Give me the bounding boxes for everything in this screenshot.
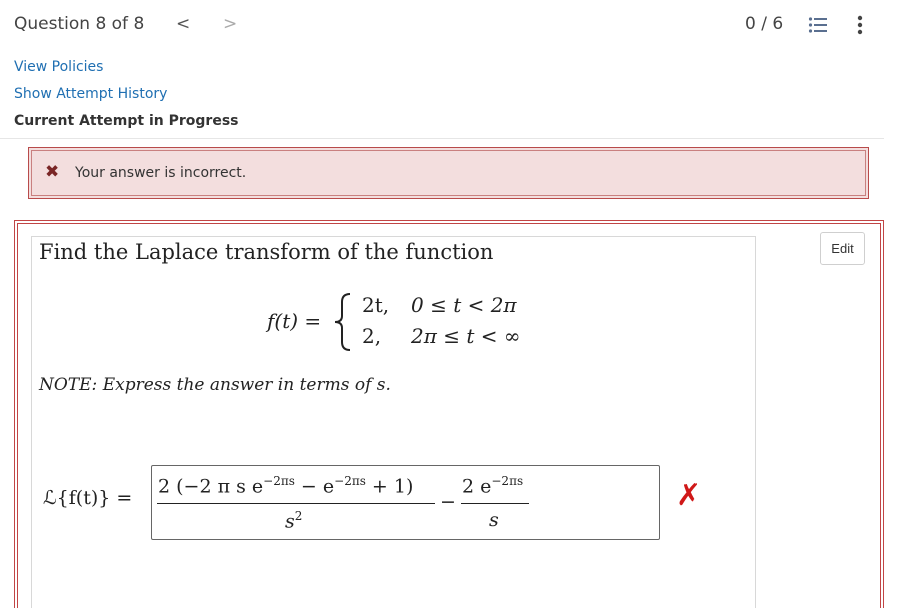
question-list-icon[interactable] <box>808 16 828 34</box>
incorrect-icon: ✖ <box>45 162 60 182</box>
term1-num-prefix: 2 (−2 π s e <box>158 475 264 498</box>
question-counter: Question 8 of 8 <box>14 14 145 34</box>
laplace-lhs: ℒ{f(t)} = <box>43 487 133 509</box>
term1-den-base: s <box>285 510 295 533</box>
case2-condition: 2π ≤ t < ∞ <box>411 324 521 348</box>
term1-den-exp: 2 <box>294 509 303 523</box>
term1-num-mid: − e <box>294 475 335 498</box>
answer-term2-denominator: s <box>489 509 499 531</box>
answer-term1-denominator: s2 <box>285 509 302 532</box>
edit-button[interactable]: Edit <box>820 232 865 265</box>
next-question-button[interactable]: > <box>223 14 237 34</box>
top-bar: Question 8 of 8 < > 0 / 6 <box>0 0 919 50</box>
current-attempt-label: Current Attempt in Progress <box>14 113 239 129</box>
term1-num-suffix: + 1) <box>365 475 414 498</box>
term1-num-exp2: −2πs <box>334 474 366 488</box>
case2-value: 2, <box>362 324 382 348</box>
function-lhs: f(t) = <box>267 309 322 333</box>
answer-minus-sign: − <box>440 491 456 513</box>
fraction-bar-1 <box>157 503 435 504</box>
show-attempt-history-link[interactable]: Show Attempt History <box>14 86 167 102</box>
question-note: NOTE: Express the answer in terms of s. <box>39 375 391 395</box>
case1-condition: 0 ≤ t < 2π <box>411 293 517 317</box>
attempt-links-panel: View Policies Show Attempt History Curre… <box>0 57 884 139</box>
piecewise-brace-icon <box>334 293 351 351</box>
previous-question-button[interactable]: < <box>176 14 190 34</box>
answer-term1-numerator: 2 (−2 π s e−2πs − e−2πs + 1) <box>158 474 413 497</box>
term2-num-exp: −2πs <box>491 474 524 488</box>
more-options-icon[interactable] <box>852 14 868 36</box>
incorrect-mark-icon: ✗ <box>676 478 702 513</box>
term2-num-prefix: 2 e <box>462 475 492 498</box>
fraction-bar-2 <box>461 503 529 504</box>
alert-message: Your answer is incorrect. <box>75 165 247 181</box>
score-display: 0 / 6 <box>745 14 784 34</box>
case1-value: 2t, <box>362 293 390 317</box>
question-prompt: Find the Laplace transform of the functi… <box>39 240 494 264</box>
incorrect-answer-alert: ✖ Your answer is incorrect. <box>28 147 869 199</box>
answer-term2-numerator: 2 e−2πs <box>462 474 523 497</box>
term1-num-exp1: −2πs <box>263 474 295 488</box>
question-content <box>31 236 756 608</box>
view-policies-link[interactable]: View Policies <box>14 59 103 75</box>
